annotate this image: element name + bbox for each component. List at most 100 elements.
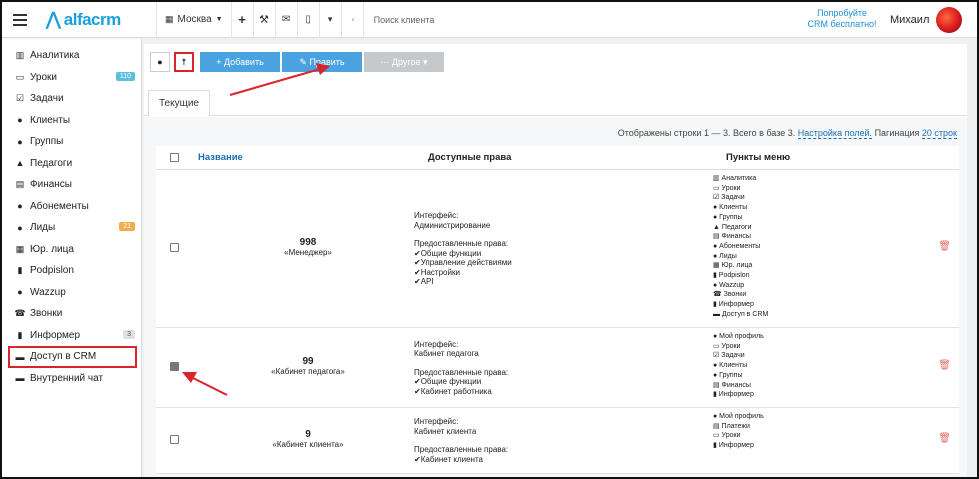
menu-item: ☎ Звонки bbox=[713, 291, 747, 299]
bell-icon[interactable]: ◔ bbox=[340, 2, 363, 38]
sidebar-item-5[interactable]: ▲ Педагоги bbox=[2, 153, 141, 175]
sidebar-item-15[interactable]: ▬ Внутренний чат bbox=[2, 368, 141, 390]
single-user-view-button[interactable]: ● bbox=[150, 52, 170, 72]
app-window: ⋀ alfacrm ▦ Москва ▼ + ⚒ ✉ ▯ ▾ ◔ Поиск к… bbox=[0, 0, 979, 479]
sidebar-item-3[interactable]: ● Клиенты bbox=[2, 110, 141, 132]
interface-value: Кабинет педагога bbox=[414, 349, 479, 358]
plus-icon[interactable]: + bbox=[230, 2, 253, 38]
role-number: 99 bbox=[302, 356, 314, 367]
menu-icon[interactable] bbox=[6, 13, 34, 26]
sidebar-item-2[interactable]: ☑ Задачи bbox=[2, 88, 141, 110]
table-header: Название Доступные права Пункты меню bbox=[156, 146, 959, 170]
sidebar-item-6[interactable]: ▤ Финансы bbox=[2, 174, 141, 196]
graduation-cap-icon: ▲ bbox=[15, 158, 25, 169]
sidebar-item-1[interactable]: ▭ Уроки 110 bbox=[2, 67, 141, 89]
sidebar-item-label: Доступ в CRM bbox=[30, 351, 97, 363]
menu-item: ▮ Podpislon bbox=[713, 272, 750, 280]
building-icon: ▦ bbox=[165, 14, 174, 24]
sidebar-item-10[interactable]: ▮ Podpislon bbox=[2, 260, 141, 282]
pagination-link[interactable]: 20 строк bbox=[921, 128, 957, 139]
client-search-input[interactable]: Поиск клиента bbox=[362, 2, 663, 38]
sidebar-item-11[interactable]: ● Wazzup bbox=[2, 282, 141, 304]
role-name: «Кабинет педагога» bbox=[271, 367, 345, 376]
wrench-icon[interactable]: ⚒ bbox=[252, 2, 275, 38]
granted-label: Предоставленные права: bbox=[414, 239, 509, 248]
caret-down-icon: ▼ bbox=[215, 16, 223, 23]
logo-text: alfacrm bbox=[63, 9, 121, 29]
interface-value: Кабинет клиента bbox=[414, 426, 477, 436]
mobile-icon[interactable]: ▯ bbox=[296, 2, 319, 38]
logo[interactable]: ⋀ alfacrm bbox=[46, 9, 156, 30]
sidebar-item-label: Внутренний чат bbox=[30, 372, 104, 384]
menu-item: ● Wazzup bbox=[713, 281, 745, 289]
role-name: «Кабинет клиента» bbox=[272, 440, 344, 449]
granted-right: ✔Управление действиями bbox=[414, 258, 512, 267]
menu-item: ● Мой профиль bbox=[713, 333, 764, 340]
sidebar-item-label: Лиды bbox=[30, 222, 56, 234]
user-name[interactable]: Михаил bbox=[890, 14, 929, 26]
table-body: 998 «Менеджер» Интерфейс: Администрирование… bbox=[156, 170, 959, 474]
sidebar-badge: 110 bbox=[115, 71, 135, 81]
sidebar-item-label: Группы bbox=[30, 136, 64, 148]
sidebar-item-14[interactable]: ▬ Доступ в CRM bbox=[8, 346, 137, 368]
book-icon: ▮ bbox=[17, 329, 23, 340]
menu-item: ▭ Уроки bbox=[713, 432, 741, 440]
header-rights: Доступные права bbox=[428, 152, 512, 163]
row-checkbox[interactable] bbox=[170, 435, 179, 444]
sidebar-item-7[interactable]: ● Абонементы bbox=[2, 196, 141, 218]
sidebar-item-label: Педагоги bbox=[30, 157, 73, 169]
chat-icon: ▬ bbox=[15, 373, 25, 384]
sidebar-item-label: Финансы bbox=[30, 179, 72, 191]
menu-item: ● Клиенты bbox=[713, 204, 748, 212]
avatar[interactable] bbox=[936, 7, 962, 33]
accessibility-view-button[interactable]: ☨ bbox=[174, 52, 194, 72]
ticket-icon: ● bbox=[17, 201, 23, 212]
menu-item: ● Группы bbox=[713, 371, 743, 379]
pointer-arrow-edit bbox=[229, 63, 330, 96]
chart-icon: ▥ bbox=[15, 50, 25, 61]
role-cell[interactable]: 9 «Кабинет клиента» bbox=[248, 429, 368, 449]
lock-icon: ▬ bbox=[15, 351, 25, 362]
sidebar-item-4[interactable]: ● Группы bbox=[2, 131, 141, 153]
granted-right: ✔Общие функции bbox=[414, 377, 482, 386]
rights-cell: Интерфейс: Кабинет клиента Предоставленные… bbox=[414, 417, 614, 464]
try-free-link[interactable]: Попробуйте CRM бесплатно! bbox=[802, 8, 882, 30]
trash-icon[interactable]: 🗑 bbox=[938, 241, 951, 252]
leads-icon: ● bbox=[17, 222, 23, 233]
table-row[interactable]: 998 «Менеджер» Интерфейс: Администрирование… bbox=[156, 170, 959, 328]
header-name[interactable]: Название bbox=[198, 152, 243, 163]
pointer-arrow-checkbox bbox=[182, 372, 228, 396]
sidebar-item-label: Юр. лица bbox=[30, 243, 74, 255]
user-icon: ● bbox=[157, 57, 163, 67]
trash-icon[interactable]: 🗑 bbox=[938, 360, 951, 371]
sidebar-item-13[interactable]: ▮ Информер 3 bbox=[2, 325, 141, 347]
granted-right: ✔Кабинет работника bbox=[414, 386, 492, 396]
fields-settings-link[interactable]: Настройка полей. bbox=[797, 128, 873, 139]
sidebar-item-12[interactable]: ☎ Звонки bbox=[2, 303, 141, 325]
role-cell[interactable]: 99 «Кабинет педагога» bbox=[248, 356, 368, 376]
table-row[interactable]: 99 «Кабинет педагога» Интерфейс: Кабинет пе… bbox=[156, 328, 959, 408]
granted-label: Предоставленные права: bbox=[414, 367, 509, 377]
tab-current[interactable]: Текущие bbox=[148, 90, 210, 117]
table-row[interactable]: 9 «Кабинет клиента» Интерфейс: Кабинет клие… bbox=[156, 408, 959, 474]
role-cell[interactable]: 998 «Менеджер» bbox=[248, 237, 368, 257]
sidebar-item-9[interactable]: ▦ Юр. лица bbox=[2, 239, 141, 261]
menu-item: ● Лиды bbox=[713, 252, 737, 260]
sidebar-item-0[interactable]: ▥ Аналитика bbox=[2, 45, 141, 67]
logo-mark-icon: ⋀ bbox=[46, 9, 61, 29]
trash-icon[interactable]: 🗑 bbox=[938, 433, 951, 444]
interface-value: Администрирование bbox=[414, 220, 491, 230]
row-checkbox[interactable] bbox=[170, 243, 179, 252]
granted-right: ✔Настройки bbox=[414, 267, 460, 277]
cart-icon[interactable]: ▾ bbox=[318, 2, 341, 38]
other-dropdown-button[interactable]: ··· Другое ▾ bbox=[364, 52, 444, 72]
accessibility-icon: ☨ bbox=[181, 56, 187, 67]
select-all-checkbox[interactable] bbox=[170, 153, 179, 162]
rows-shown-text: Отображены строки 1 — 3. Всего в базе 3. bbox=[617, 128, 796, 138]
branch-label: Москва bbox=[177, 14, 212, 25]
try-free-line1: Попробуйте bbox=[817, 8, 867, 18]
mail-icon[interactable]: ✉ bbox=[274, 2, 297, 38]
branch-select[interactable]: ▦ Москва ▼ bbox=[156, 2, 231, 38]
sidebar-item-8[interactable]: ● Лиды 21 bbox=[2, 217, 141, 239]
sidebar-item-label: Абонементы bbox=[30, 200, 89, 212]
